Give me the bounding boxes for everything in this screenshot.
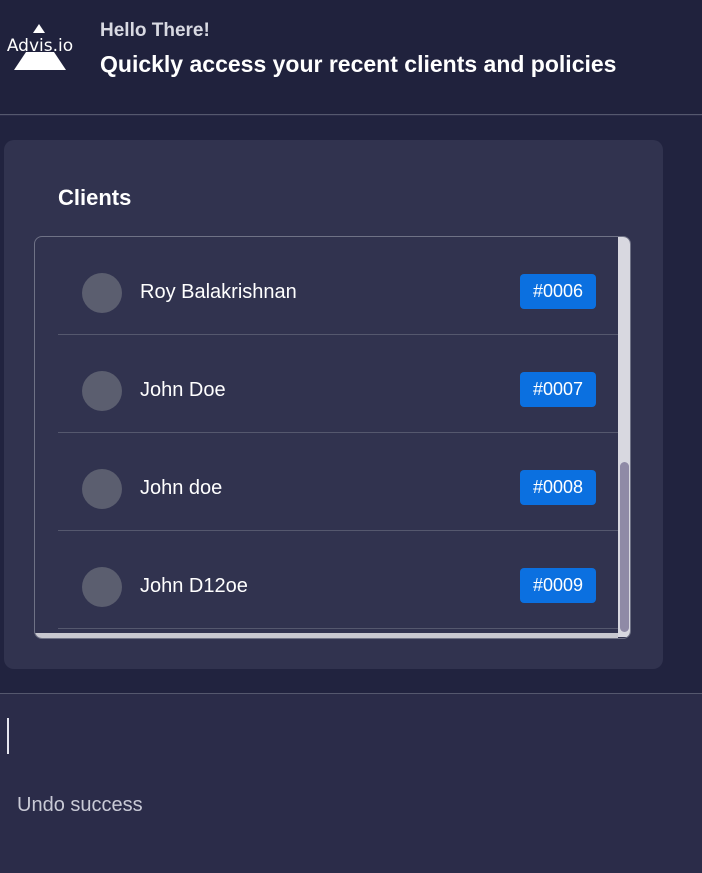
client-name: John D12oe — [140, 575, 248, 597]
text-cursor — [7, 718, 9, 754]
greeting-text: Hello There! — [100, 20, 210, 41]
status-message: Undo success — [17, 794, 143, 816]
clients-card: Clients Roy Balakrishnan #0006 John Doe … — [4, 140, 663, 669]
avatar — [82, 469, 122, 509]
client-name: John doe — [140, 477, 223, 499]
clients-list[interactable]: Roy Balakrishnan #0006 John Doe #0007 Jo… — [34, 236, 631, 639]
vertical-scrollbar-thumb[interactable] — [620, 462, 629, 632]
clients-title: Clients — [58, 185, 132, 210]
avatar — [82, 273, 122, 313]
horizontal-scrollbar[interactable] — [35, 633, 618, 638]
avatar — [82, 567, 122, 607]
client-id-badge[interactable]: #0009 — [520, 568, 596, 603]
client-row[interactable]: John Doe #0007 — [58, 335, 618, 433]
page-subtitle: Quickly access your recent clients and p… — [100, 51, 617, 77]
client-id-badge[interactable]: #0008 — [520, 470, 596, 505]
client-name: John Doe — [140, 379, 226, 401]
client-id-badge[interactable]: #0007 — [520, 372, 596, 407]
app-header: Advis.io Hello There! Quickly access you… — [0, 0, 702, 115]
vertical-scrollbar[interactable] — [618, 237, 630, 637]
client-id-badge[interactable]: #0006 — [520, 274, 596, 309]
logo-text: Advis.io — [6, 36, 74, 56]
client-row[interactable]: John D12oe #0009 — [58, 531, 618, 629]
client-row[interactable]: John doe #0008 — [58, 433, 618, 531]
client-row[interactable]: Roy Balakrishnan #0006 — [58, 237, 618, 335]
client-name: Roy Balakrishnan — [140, 281, 297, 303]
avatar — [82, 371, 122, 411]
advisio-logo: Advis.io — [4, 22, 76, 72]
